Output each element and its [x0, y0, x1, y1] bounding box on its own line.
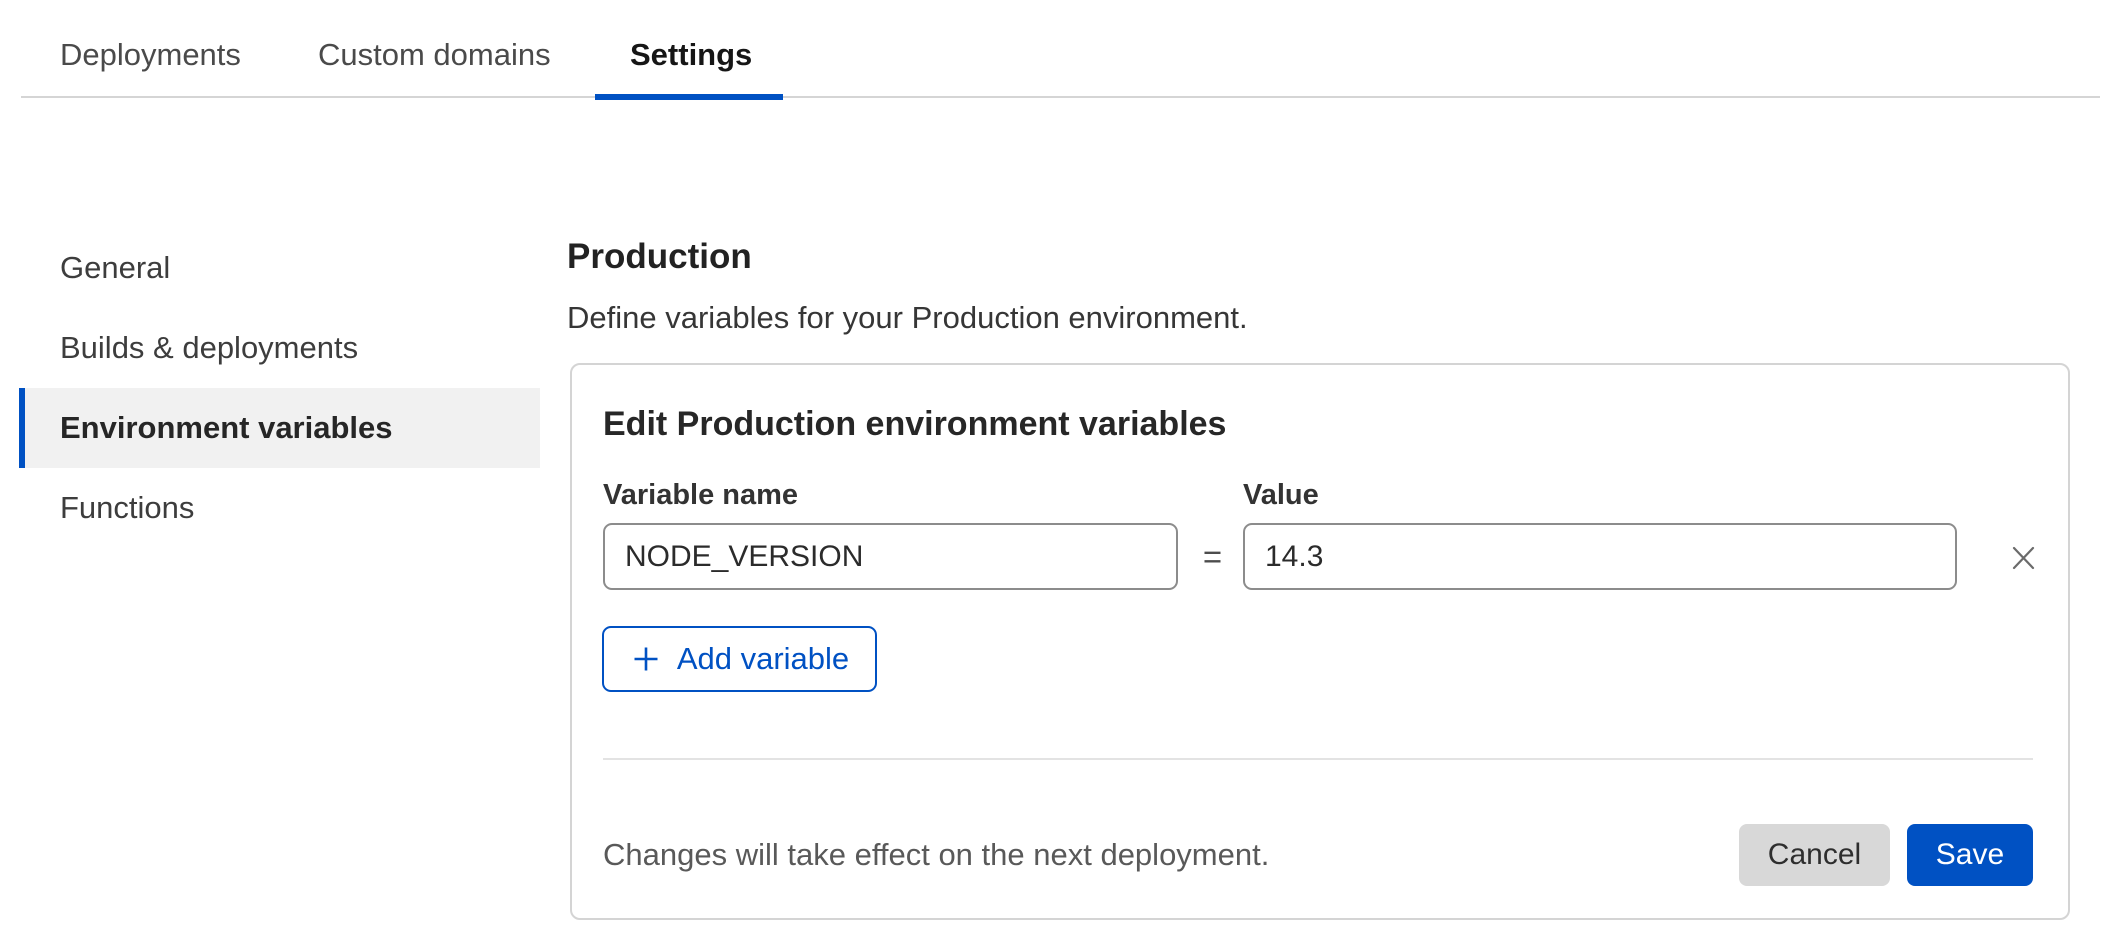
add-variable-button[interactable]: Add variable: [602, 626, 877, 692]
variable-name-label: Variable name: [603, 479, 798, 512]
tab-deployments[interactable]: Deployments: [60, 37, 241, 73]
tab-bar-divider: [21, 96, 2100, 98]
save-button[interactable]: Save: [1907, 824, 2033, 886]
cancel-button[interactable]: Cancel: [1739, 824, 1890, 886]
tab-settings[interactable]: Settings: [630, 37, 752, 73]
settings-page: Deployments Custom domains Settings Gene…: [0, 0, 2121, 948]
card-title: Edit Production environment variables: [603, 405, 1226, 444]
sidebar-item-functions[interactable]: Functions: [19, 468, 540, 548]
page-description: Define variables for your Production env…: [567, 300, 1248, 336]
environment-variables-card: Edit Production environment variables Va…: [570, 363, 2070, 920]
variable-value-input[interactable]: [1243, 523, 1957, 590]
card-footer: Changes will take effect on the next dep…: [603, 823, 2033, 887]
active-tab-underline: [595, 94, 783, 100]
remove-variable-button[interactable]: [2004, 539, 2042, 577]
x-icon: [2008, 543, 2038, 573]
add-variable-label: Add variable: [677, 641, 849, 677]
footer-actions: Cancel Save: [1739, 824, 2033, 886]
equals-separator: =: [1190, 523, 1235, 590]
value-label: Value: [1243, 479, 1319, 512]
plus-icon: [630, 643, 662, 675]
sidebar-item-environment-variables[interactable]: Environment variables: [19, 388, 540, 468]
sidebar-item-builds-deployments[interactable]: Builds & deployments: [19, 308, 540, 388]
sidebar-item-general[interactable]: General: [19, 228, 540, 308]
footer-note: Changes will take effect on the next dep…: [603, 837, 1269, 873]
variable-name-input[interactable]: [603, 523, 1178, 590]
card-divider: [603, 758, 2033, 760]
page-title: Production: [567, 237, 752, 277]
settings-sidebar: General Builds & deployments Environment…: [19, 228, 540, 548]
tab-custom-domains[interactable]: Custom domains: [318, 37, 551, 73]
